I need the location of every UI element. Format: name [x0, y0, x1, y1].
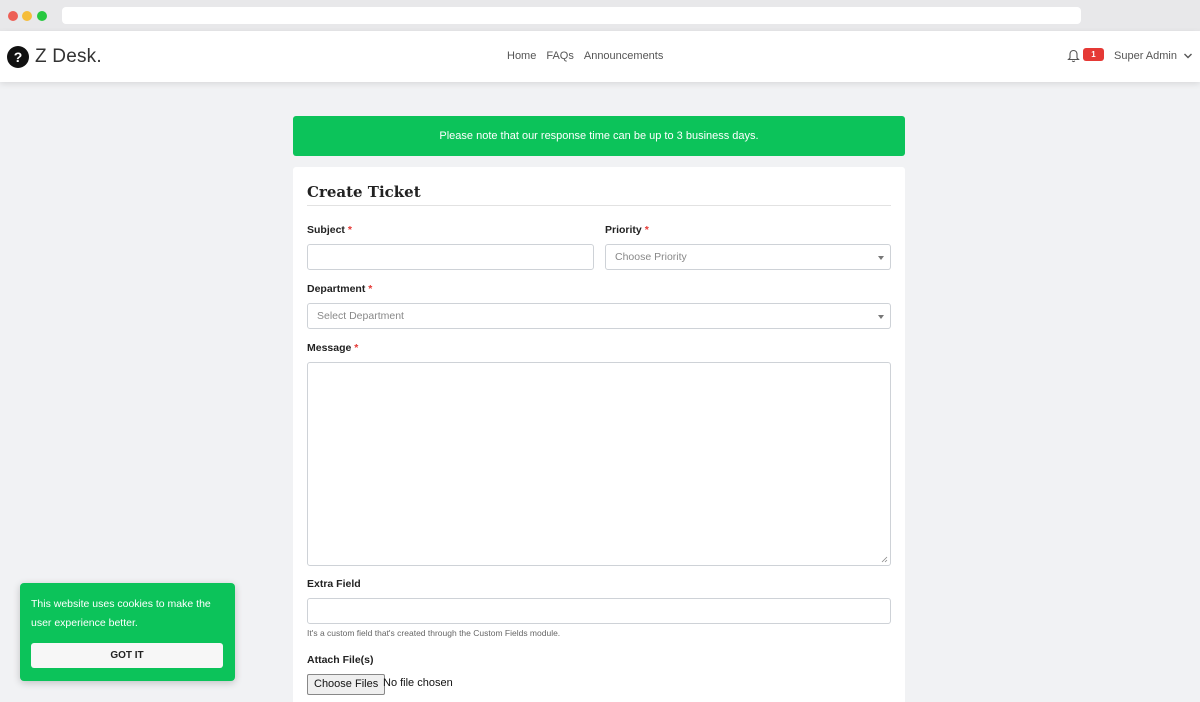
subject-input[interactable] [307, 244, 594, 270]
cookie-banner: This website uses cookies to make the us… [20, 583, 235, 681]
message-label: Message * [307, 342, 358, 354]
chevron-down-icon [1183, 53, 1192, 59]
choose-files-button[interactable]: Choose Files [307, 674, 386, 695]
priority-label-text: Priority [605, 224, 642, 236]
priority-select-placeholder: Choose Priority [615, 251, 687, 263]
extra-field-label: Extra Field [307, 578, 361, 590]
got-it-button[interactable]: GOT IT [31, 643, 223, 668]
page-title: Create Ticket [307, 183, 421, 201]
title-divider [307, 205, 891, 206]
resize-grip-icon[interactable] [881, 556, 888, 563]
department-select[interactable]: Select Department [307, 303, 891, 329]
nav-link-announcements[interactable]: Announcements [584, 50, 664, 62]
required-mark: * [347, 224, 352, 236]
message-label-text: Message [307, 342, 352, 354]
nav-link-home[interactable]: Home [507, 50, 536, 62]
create-ticket-card: Create Ticket Subject * Priority * Choos… [293, 167, 905, 702]
caret-down-icon [878, 315, 884, 319]
bell-icon[interactable] [1067, 49, 1080, 63]
cookie-message: This website uses cookies to make the us… [31, 598, 211, 629]
user-menu-label: Super Admin [1114, 50, 1177, 62]
message-textarea[interactable] [307, 362, 891, 566]
caret-down-icon [878, 256, 884, 260]
address-bar[interactable] [62, 7, 1081, 24]
subject-label: Subject * [307, 224, 352, 236]
browser-chrome [0, 0, 1200, 31]
extra-field-help: It's a custom field that's created throu… [307, 628, 561, 638]
window-maximize-dot[interactable] [37, 11, 47, 21]
required-mark: * [368, 283, 373, 295]
brand-name[interactable]: Z Desk. [35, 46, 102, 68]
extra-field-input[interactable] [307, 598, 891, 624]
required-mark: * [354, 342, 359, 354]
window-close-dot[interactable] [8, 11, 18, 21]
department-select-placeholder: Select Department [317, 310, 404, 322]
attach-files-label: Attach File(s) [307, 654, 374, 666]
main-nav: Home FAQs Announcements [507, 50, 663, 62]
window-minimize-dot[interactable] [22, 11, 32, 21]
notification-count-badge[interactable]: 1 [1083, 48, 1104, 61]
required-mark: * [644, 224, 649, 236]
response-time-notice: Please note that our response time can b… [293, 116, 905, 156]
file-status: No file chosen [383, 677, 453, 689]
subject-label-text: Subject [307, 224, 345, 236]
nav-link-faqs[interactable]: FAQs [546, 50, 574, 62]
question-icon[interactable]: ? [7, 46, 29, 68]
department-label-text: Department [307, 283, 366, 295]
priority-label: Priority * [605, 224, 649, 236]
priority-select[interactable]: Choose Priority [605, 244, 891, 270]
user-menu[interactable]: Super Admin [1114, 50, 1193, 62]
top-navbar: ? Z Desk. Home FAQs Announcements 1 Supe… [0, 31, 1200, 82]
department-label: Department * [307, 283, 372, 295]
